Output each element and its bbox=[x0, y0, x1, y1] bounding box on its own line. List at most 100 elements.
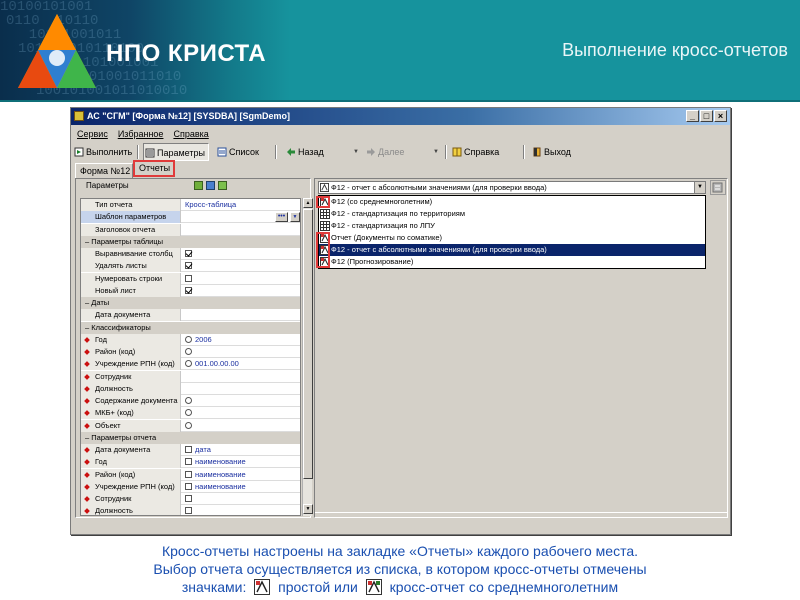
parameter-value[interactable]: наименование bbox=[182, 481, 300, 493]
checkbox[interactable] bbox=[185, 446, 192, 453]
parameter-row[interactable]: Шаблон параметров ••• ▼ bbox=[81, 211, 300, 224]
tab-reports[interactable]: Отчеты bbox=[133, 160, 175, 177]
parameter-value[interactable] bbox=[182, 309, 300, 321]
parameter-value[interactable] bbox=[182, 395, 300, 407]
menu-help[interactable]: Справка bbox=[173, 126, 208, 142]
open-folder-icon[interactable] bbox=[194, 181, 203, 190]
report-option[interactable]: Ф12 - стандартизация по ЛПУ bbox=[319, 220, 705, 232]
parameter-row[interactable]: Содержание документа bbox=[81, 395, 300, 407]
parameter-value[interactable] bbox=[182, 346, 300, 358]
checkbox[interactable] bbox=[185, 286, 192, 294]
minimize-button[interactable]: _ bbox=[686, 110, 699, 122]
parameter-value[interactable] bbox=[182, 260, 300, 272]
next-dropdown-icon[interactable]: ▼ bbox=[433, 149, 439, 155]
parameter-value[interactable]: дата bbox=[182, 444, 300, 456]
radio-button[interactable] bbox=[185, 421, 192, 429]
ellipsis-button[interactable]: ••• bbox=[275, 212, 288, 223]
scroll-down-arrow-icon[interactable]: ▼ bbox=[303, 504, 313, 514]
chevron-down-icon[interactable]: ▼ bbox=[694, 182, 705, 193]
menu-service[interactable]: Сервис bbox=[77, 126, 108, 142]
parameter-row[interactable]: Должность bbox=[81, 505, 300, 515]
checkbox[interactable] bbox=[185, 495, 192, 502]
parameters-scrollbar[interactable]: ▲ ▼ bbox=[302, 198, 313, 516]
checkbox[interactable] bbox=[185, 482, 192, 490]
report-option-label: Ф12 (Прогнозирование) bbox=[331, 257, 414, 266]
checkbox[interactable] bbox=[185, 470, 192, 478]
radio-button[interactable] bbox=[185, 409, 192, 417]
tab-form-12[interactable]: Форма №12 bbox=[75, 163, 133, 179]
parameter-value[interactable] bbox=[182, 248, 300, 260]
parameter-value[interactable] bbox=[182, 420, 300, 432]
parameter-section[interactable]: – Параметры таблицы bbox=[81, 235, 300, 248]
refresh-icon[interactable] bbox=[218, 181, 227, 190]
report-option[interactable]: Ф12 - отчет с абсолютными значениями (дл… bbox=[319, 244, 705, 256]
save-icon[interactable] bbox=[206, 181, 215, 190]
report-settings-icon[interactable] bbox=[710, 180, 726, 195]
parameter-value[interactable] bbox=[182, 505, 300, 515]
report-option[interactable]: Отчет (Документы по соматике) bbox=[319, 232, 705, 244]
parameter-row[interactable]: Учреждение РПН (код) 001.00.00.00 bbox=[81, 358, 300, 371]
parameter-row[interactable]: Новый лист bbox=[81, 284, 300, 297]
parameter-row[interactable]: Нумеровать строки bbox=[81, 272, 300, 285]
radio-button[interactable] bbox=[185, 348, 192, 355]
back-button[interactable]: Назад bbox=[285, 143, 324, 161]
report-option[interactable]: Ф12 (Прогнозирование) bbox=[319, 256, 705, 268]
parameter-section[interactable]: – Даты bbox=[81, 297, 300, 309]
report-combobox[interactable]: Ф12 - отчет с абсолютными значениями (дл… bbox=[318, 181, 706, 194]
parameter-value[interactable]: Кросс-таблица bbox=[182, 199, 300, 211]
parameter-row[interactable]: Район (код) bbox=[81, 346, 300, 358]
parameter-value[interactable]: 001.00.00.00 bbox=[182, 358, 300, 370]
report-option[interactable]: Ф12 - стандартизация по территориям bbox=[319, 208, 705, 220]
exit-button[interactable]: Выход bbox=[531, 143, 571, 161]
checkbox[interactable] bbox=[185, 262, 192, 270]
parameter-row[interactable]: Сотрудник bbox=[81, 493, 300, 505]
help-button[interactable]: Справка bbox=[451, 143, 499, 161]
parameter-section[interactable]: – Параметры отчета bbox=[81, 431, 300, 444]
radio-button[interactable] bbox=[185, 360, 192, 368]
parameter-row[interactable]: Выравнивание столбц bbox=[81, 248, 300, 260]
parameter-row[interactable]: Учреждение РПН (код) наименование bbox=[81, 480, 300, 493]
parameter-value[interactable] bbox=[182, 285, 300, 297]
radio-button[interactable] bbox=[185, 335, 192, 343]
parameter-value[interactable]: ••• ▼ bbox=[182, 211, 300, 223]
parameter-row[interactable]: Сотрудник bbox=[81, 370, 300, 383]
checkbox[interactable] bbox=[185, 274, 192, 282]
scroll-up-arrow-icon[interactable]: ▲ bbox=[303, 198, 313, 208]
parameter-value[interactable] bbox=[182, 383, 300, 395]
menu-favorites[interactable]: Избранное bbox=[118, 126, 164, 142]
parameter-row[interactable]: Объект bbox=[81, 419, 300, 432]
report-option[interactable]: Ф12 (со среднемноголетним) bbox=[319, 196, 705, 208]
parameter-row[interactable]: Удалять листы bbox=[81, 260, 300, 273]
parameter-value[interactable]: наименование bbox=[182, 469, 300, 481]
next-button[interactable]: Далее bbox=[365, 143, 404, 161]
maximize-button[interactable]: □ bbox=[700, 110, 713, 122]
parameter-row[interactable]: Должность bbox=[81, 382, 300, 395]
chevron-down-icon[interactable]: ▼ bbox=[290, 212, 300, 223]
parameter-row[interactable]: Год наименование bbox=[81, 456, 300, 469]
radio-button[interactable] bbox=[185, 397, 192, 404]
list-button[interactable]: Список bbox=[216, 143, 259, 161]
parameter-row[interactable]: Тип отчета Кросс-таблица bbox=[81, 199, 300, 211]
parameter-row[interactable]: Заголовок отчета bbox=[81, 223, 300, 236]
checkbox[interactable] bbox=[185, 507, 192, 515]
parameter-value[interactable] bbox=[182, 273, 300, 285]
parameter-value[interactable]: наименование bbox=[182, 456, 300, 468]
checkbox[interactable] bbox=[185, 250, 192, 257]
run-button[interactable]: Выполнить bbox=[73, 143, 132, 161]
close-button[interactable]: × bbox=[714, 110, 727, 122]
parameter-row[interactable]: Дата документа дата bbox=[81, 444, 300, 456]
parameter-value[interactable] bbox=[182, 407, 300, 419]
checkbox[interactable] bbox=[185, 458, 192, 466]
parameter-section[interactable]: – Классификаторы bbox=[81, 321, 300, 334]
parameter-row[interactable]: Район (код) наименование bbox=[81, 468, 300, 481]
parameter-row[interactable]: МКБ+ (код) bbox=[81, 407, 300, 420]
parameter-value[interactable] bbox=[182, 371, 300, 383]
params-button[interactable]: Параметры bbox=[143, 143, 209, 161]
parameter-value[interactable] bbox=[182, 224, 300, 236]
parameter-row[interactable]: Дата документа bbox=[81, 309, 300, 322]
scrollbar-thumb[interactable] bbox=[303, 209, 313, 479]
parameter-value[interactable]: 2006 bbox=[182, 334, 300, 346]
parameter-row[interactable]: Год 2006 bbox=[81, 333, 300, 346]
back-dropdown-icon[interactable]: ▼ bbox=[353, 149, 359, 155]
parameter-value[interactable] bbox=[182, 493, 300, 505]
